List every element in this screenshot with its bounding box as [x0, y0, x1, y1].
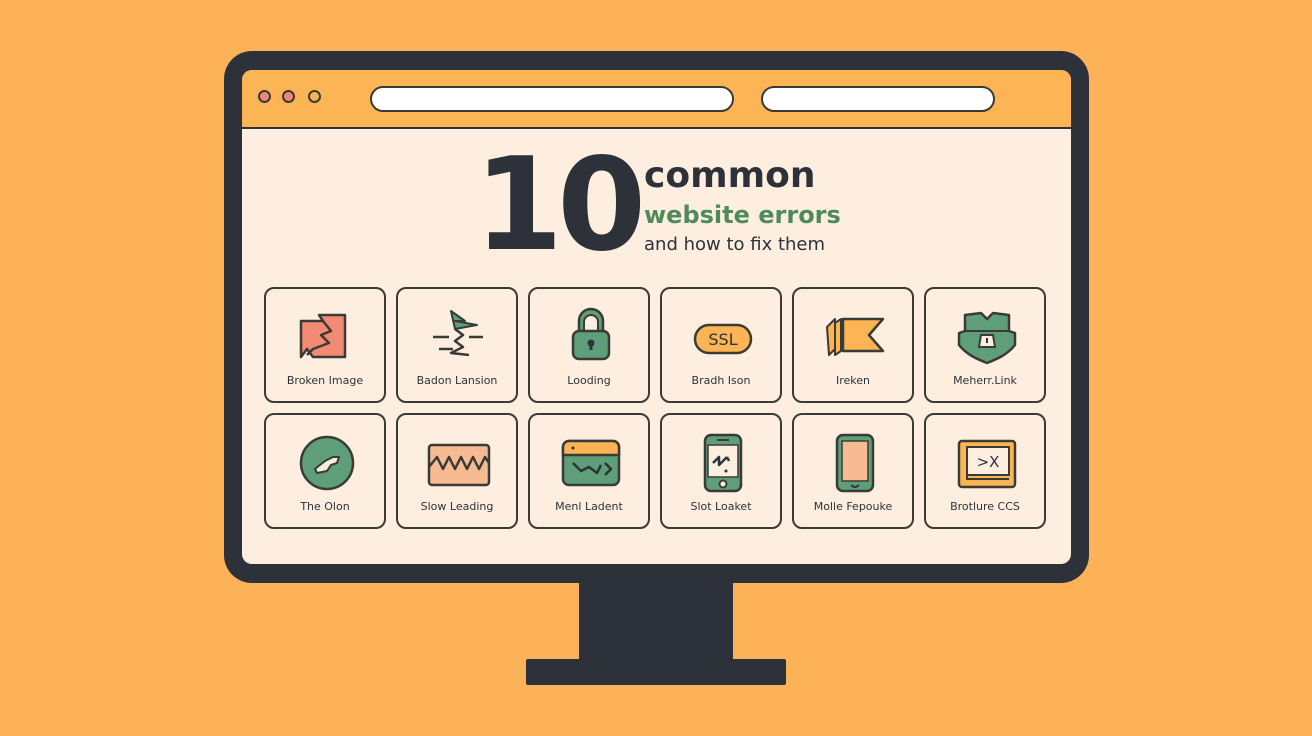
svg-text:SSL: SSL: [708, 330, 737, 349]
broken-flag-icon: [826, 317, 885, 356]
broken-image-icon: [299, 313, 347, 359]
card-lightning[interactable]: Badon Lansion: [396, 287, 518, 403]
monitor: 10 common website errors and how to fix …: [224, 51, 1089, 583]
card-terminal-book[interactable]: >X Brotlure CCS: [924, 413, 1046, 529]
card-label: Slot Loaket: [690, 500, 752, 513]
monitor-stand-base: [526, 659, 786, 685]
code-window-icon: [561, 439, 621, 487]
ssl-badge-icon: SSL: [693, 323, 753, 355]
hero-title-line1: common: [644, 155, 816, 196]
card-ssl[interactable]: SSL Bradh Ison: [660, 287, 782, 403]
card-shield[interactable]: Meherr.Link: [924, 287, 1046, 403]
hero-title-line2: website errors: [644, 201, 841, 229]
maximize-button[interactable]: [308, 90, 321, 103]
hero-number: 10: [474, 131, 646, 280]
card-label: Bradh Ison: [691, 374, 751, 387]
card-circle-cursor[interactable]: The Olon: [264, 413, 386, 529]
card-label: Brotlure CCS: [950, 500, 1020, 513]
card-waveform[interactable]: Slow Leading: [396, 413, 518, 529]
lightning-icon: [433, 310, 483, 357]
card-label: Menl Ladent: [555, 500, 623, 513]
phone-question-icon: [703, 433, 743, 493]
shield-warning-icon: [957, 311, 1017, 365]
card-label: Broken Image: [286, 374, 364, 387]
padlock-icon: [571, 307, 611, 361]
address-bar[interactable]: [370, 86, 734, 112]
browser-toolbar: [242, 70, 1071, 129]
browser-window: 10 common website errors and how to fix …: [242, 70, 1071, 564]
circle-cursor-icon: [299, 435, 355, 491]
card-broken-image[interactable]: Broken Image: [264, 287, 386, 403]
card-code-window[interactable]: Menl Ladent: [528, 413, 650, 529]
card-padlock[interactable]: Looding: [528, 287, 650, 403]
card-label: The Olon: [300, 500, 350, 513]
card-phone-question[interactable]: Slot Loaket: [660, 413, 782, 529]
card-label: Badon Lansion: [416, 374, 498, 387]
hero-subtitle: and how to fix them: [644, 234, 826, 255]
card-label: Ireken: [835, 374, 870, 387]
card-label: Meherr.Link: [953, 374, 1017, 387]
mobile-phone-icon: [835, 433, 875, 493]
card-label: Looding: [567, 374, 611, 387]
svg-text:>X: >X: [977, 453, 1000, 471]
error-cards-grid: Broken Image Badon Lansion Looding SSL B…: [264, 287, 1046, 529]
card-label: Slow Leading: [420, 500, 494, 513]
close-button[interactable]: [258, 90, 271, 103]
card-label: Molle Fepouke: [813, 500, 893, 513]
minimize-button[interactable]: [282, 90, 295, 103]
monitor-stand-neck: [579, 583, 733, 659]
search-bar[interactable]: [761, 86, 995, 112]
card-mobile-phone[interactable]: Molle Fepouke: [792, 413, 914, 529]
waveform-icon: [427, 443, 491, 487]
card-broken-flag[interactable]: Ireken: [792, 287, 914, 403]
terminal-book-icon: >X: [957, 439, 1017, 489]
